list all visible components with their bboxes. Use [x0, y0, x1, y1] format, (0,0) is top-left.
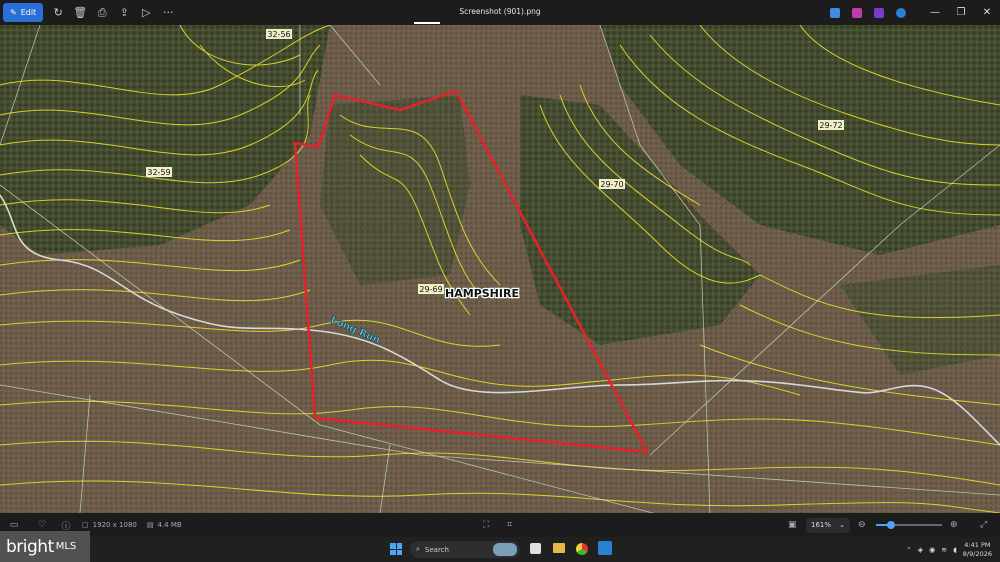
filmstrip-icon[interactable]: ▭ [0, 520, 28, 530]
brightmls-watermark: bright MLS [0, 531, 90, 562]
status-bar: ▭ ♡ ⓘ ▢ 1920 x 1080 ▤ 4.4 MB ⛶ ⌗ ▣ 161% … [0, 513, 1000, 537]
delete-icon[interactable]: 🗑 [69, 2, 91, 24]
dimensions-icon: ▢ [82, 521, 89, 529]
search-placeholder: Search [424, 545, 449, 554]
zoom-in-icon[interactable]: ⊕ [950, 520, 958, 530]
svg-text:29-69: 29-69 [419, 285, 442, 294]
actual-size-icon[interactable]: ▣ [788, 520, 797, 530]
title-bar: ✎ Edit ↻ 🗑 ⎙ ⇪ ▷ ··· Screenshot (901).pn… [0, 0, 1000, 25]
task-view-icon[interactable] [530, 543, 541, 554]
image-dimensions: 1920 x 1080 [92, 521, 137, 529]
wifi-icon[interactable]: ≋ [941, 546, 947, 554]
clock-time: 4:41 PM [964, 540, 991, 549]
security-icon[interactable]: ◈ [918, 546, 923, 554]
svg-text:32-56: 32-56 [267, 30, 290, 39]
maximize-icon[interactable]: ❐ [948, 7, 974, 18]
parcel-label-32-59: 32-59 [146, 167, 172, 177]
photos-icon[interactable] [598, 541, 612, 555]
info-icon[interactable]: ⓘ [56, 519, 76, 532]
slideshow-icon[interactable]: ▷ [135, 2, 157, 24]
title-underline [414, 22, 440, 24]
svg-text:29-70: 29-70 [600, 180, 623, 189]
volume-icon[interactable]: ◖ [953, 546, 957, 554]
zoom-value: 161% [811, 521, 832, 529]
zoom-dropdown[interactable]: 161% ⌄ [806, 517, 850, 533]
print-icon[interactable]: ⎙ [91, 2, 113, 24]
watermark-suffix: MLS [55, 541, 77, 552]
favorite-icon[interactable]: ♡ [28, 520, 56, 530]
fullscreen-icon[interactable]: ⤢ [980, 520, 987, 530]
parcel-label-29-72: 29-72 [818, 120, 844, 130]
svg-text:29-72: 29-72 [819, 121, 842, 130]
search-highlight-icon [493, 543, 517, 556]
clock-date: 8/9/2026 [962, 549, 992, 558]
more-button[interactable]: ··· [157, 2, 179, 24]
search-input[interactable]: ⌕ Search [410, 541, 520, 558]
share-icon[interactable]: ⇪ [113, 2, 135, 24]
minimize-icon[interactable]: — [922, 7, 948, 18]
zoom-slider-thumb[interactable] [887, 521, 895, 529]
watermark-brand: bright [6, 536, 54, 557]
parcel-label-32-56: 32-56 [266, 29, 292, 39]
search-icon: ⌕ [416, 545, 420, 553]
onedrive-icon[interactable] [896, 7, 906, 18]
editor-icon[interactable] [874, 7, 884, 18]
fit-icon[interactable]: ⛶ [483, 520, 489, 530]
filesize-icon: ▤ [146, 521, 154, 529]
file-explorer-icon[interactable] [553, 543, 565, 553]
crop-icon[interactable]: ⌗ [507, 520, 512, 530]
tray-chevron-icon[interactable]: ⌃ [906, 546, 912, 554]
map-image: 32-56 32-59 29-70 29-72 29-69 HAMPSHIRE … [0, 25, 1000, 513]
parcel-label-29-69: 29-69 [418, 284, 444, 294]
rotate-icon[interactable]: ↻ [47, 2, 69, 24]
edit-icon: ✎ [10, 8, 17, 17]
zoom-out-icon[interactable]: ⊖ [858, 520, 866, 530]
clipchamp-icon[interactable] [852, 7, 862, 18]
edit-button[interactable]: ✎ Edit [3, 3, 44, 22]
chevron-down-icon: ⌄ [839, 521, 845, 529]
clock[interactable]: 4:41 PM 8/9/2026 [963, 541, 992, 559]
designer-icon[interactable] [830, 7, 840, 18]
svg-text:32-59: 32-59 [147, 168, 170, 177]
edit-label: Edit [20, 8, 37, 17]
parcel-label-29-70: 29-70 [599, 179, 625, 189]
file-size: 4.4 MB [157, 521, 182, 529]
network-app-icon[interactable]: ◉ [929, 546, 935, 554]
start-icon[interactable] [390, 543, 402, 555]
map-svg: 32-56 32-59 29-70 29-72 29-69 HAMPSHIRE … [0, 25, 1000, 513]
county-label: HAMPSHIRE [445, 287, 519, 300]
chrome-icon[interactable] [576, 543, 588, 555]
close-icon[interactable]: ✕ [974, 7, 1000, 18]
system-tray: ⌃ ◈ ◉ ≋ ◖ 4:41 PM 8/9/2026 [906, 537, 992, 562]
zoom-slider[interactable] [876, 521, 942, 529]
